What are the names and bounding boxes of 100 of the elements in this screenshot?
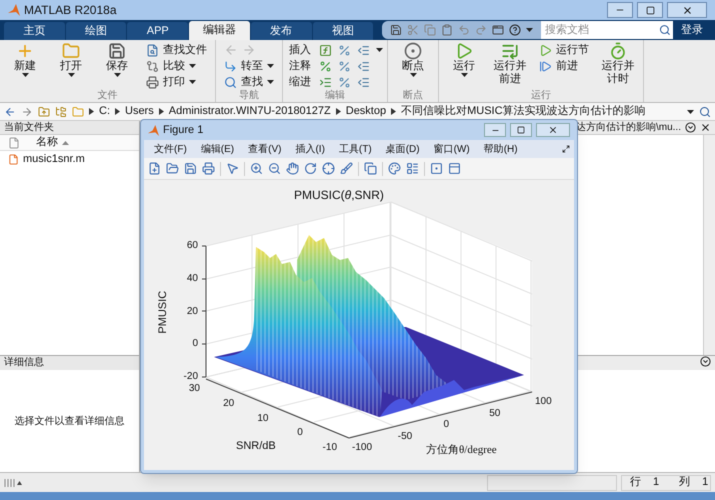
toolstrip-button[interactable]: 注释 (287, 58, 313, 74)
login-button[interactable]: 登录 (672, 22, 711, 38)
legend-icon[interactable] (406, 162, 419, 175)
back-icon[interactable] (4, 106, 16, 118)
insert-icon[interactable] (319, 44, 332, 56)
tick-label: -50 (398, 430, 412, 442)
rotate-icon[interactable] (304, 162, 317, 175)
crosshair-icon[interactable] (322, 162, 335, 175)
toolstrip-button[interactable]: 运行并前进 (489, 40, 531, 86)
toolstrip-button[interactable]: 查找文件 (142, 42, 211, 58)
dock-arrow-icon[interactable] (562, 145, 570, 153)
breakpoint-icon (404, 42, 422, 60)
hand-icon[interactable] (286, 162, 299, 175)
menu-item[interactable]: 桌面(D) (380, 142, 426, 156)
toolstrip-button[interactable]: 运行节 (535, 42, 593, 58)
menu-item[interactable]: 插入(I) (289, 142, 331, 156)
folder-icon[interactable] (166, 162, 179, 175)
ribbon-tab[interactable]: 绘图 (66, 22, 126, 40)
menu-icon[interactable] (700, 356, 711, 367)
save-icon[interactable] (390, 24, 402, 36)
file-icon (8, 154, 19, 164)
compare-icon (146, 60, 159, 72)
colorbar-icon[interactable] (388, 162, 401, 175)
folder-icon (72, 106, 84, 118)
percent-icon[interactable] (319, 60, 332, 72)
path-segment[interactable]: C: (99, 103, 110, 120)
ribbon-tab[interactable]: APP (127, 22, 188, 40)
ribbon-tab[interactable]: 编辑器 (189, 21, 250, 40)
percent-icon[interactable] (338, 44, 351, 56)
search-icon[interactable] (699, 106, 711, 118)
tick-label: 0 (296, 427, 303, 440)
tick-label: 20 (222, 398, 234, 410)
maximize-button[interactable] (637, 2, 663, 18)
outdent-icon[interactable] (357, 60, 370, 72)
column-header[interactable]: 名称 (36, 134, 58, 151)
search-field[interactable]: 搜索文档 (541, 21, 660, 39)
outdent-icon[interactable] (357, 76, 370, 88)
path-segment[interactable]: 不同信噪比对MUSIC算法实现波达方向估计的影响 (401, 103, 646, 120)
close-button[interactable] (667, 2, 707, 18)
indent-icon[interactable] (319, 76, 332, 88)
toolstrip-button[interactable]: 比较 (142, 58, 211, 74)
toolstrip-button[interactable]: 保存 (96, 40, 138, 77)
maximize-button[interactable] (510, 123, 532, 137)
path-segment[interactable]: Administrator.WIN7U-20180127Z (168, 103, 331, 120)
file-icon (8, 136, 20, 148)
menu-item[interactable]: 窗口(W) (428, 142, 476, 156)
menu-item[interactable]: 编辑(E) (194, 142, 240, 156)
paste-icon[interactable] (441, 24, 454, 36)
zoom-in-icon[interactable] (250, 162, 263, 175)
menu-icon[interactable] (685, 122, 696, 133)
percent-icon[interactable] (338, 60, 351, 72)
toolstrip-button[interactable]: 新建 (4, 40, 46, 77)
forward-icon[interactable] (21, 106, 33, 118)
printer-icon[interactable] (202, 162, 215, 175)
menu-item[interactable]: 帮助(H) (478, 142, 524, 156)
close-button[interactable] (536, 123, 570, 137)
status-label: 行 (630, 475, 641, 490)
menu-item[interactable]: 工具(T) (332, 142, 378, 156)
file-icon[interactable] (148, 162, 161, 175)
ribbon-tab[interactable]: 视图 (312, 22, 374, 40)
ribbon-tab[interactable]: 发布 (250, 22, 312, 40)
toolstrip-button[interactable]: 转至 (220, 58, 278, 74)
browse-folder-icon[interactable] (55, 106, 67, 118)
group-label: 编辑 (324, 90, 346, 102)
toolstrip-button[interactable]: 前进 (535, 58, 593, 74)
save-icon[interactable] (184, 162, 197, 175)
toolstrip-button[interactable]: 缩进 (287, 74, 313, 90)
square-icon[interactable] (430, 162, 443, 175)
toolstrip-button[interactable]: 查找 (220, 74, 278, 90)
brush-icon[interactable] (340, 162, 353, 175)
help-icon[interactable] (509, 24, 522, 36)
path-segment[interactable]: Desktop (346, 103, 386, 120)
toolstrip-button[interactable]: 断点 (392, 40, 434, 77)
status-grip-icon[interactable] (4, 478, 24, 488)
ribbon-tab[interactable]: 主页 (4, 22, 65, 40)
panel-title: 当前文件夹 (0, 121, 139, 135)
close-icon[interactable] (700, 122, 711, 133)
zoom-out-icon[interactable] (268, 162, 281, 175)
axis-label: SNR/dB (236, 439, 276, 454)
play-icon (455, 42, 473, 60)
file-name[interactable]: music1snr.m (23, 150, 85, 168)
group-label: 文件 (96, 90, 118, 102)
window-icon[interactable] (492, 24, 504, 36)
menu-item[interactable]: 文件(F) (148, 142, 193, 156)
toolstrip-button[interactable]: 插入 (287, 42, 313, 58)
toolstrip-button[interactable]: 运行并计时 (597, 40, 639, 86)
figure-logo-icon (148, 124, 159, 136)
toolstrip-button[interactable]: 打印 (142, 74, 211, 90)
outdent-icon[interactable] (357, 44, 370, 56)
percent-icon[interactable] (338, 76, 351, 88)
breadcrumb-arrow-icon (89, 108, 94, 115)
toolstrip-button[interactable]: 运行 (443, 40, 485, 77)
pointer-icon[interactable] (226, 162, 239, 175)
folder-up-icon[interactable] (38, 106, 50, 118)
path-segment[interactable]: Users (125, 103, 154, 120)
panel-icon[interactable] (448, 162, 461, 175)
tick-label: 40 (186, 272, 198, 285)
menu-item[interactable]: 查看(V) (242, 142, 288, 156)
search-icon[interactable] (659, 21, 673, 39)
toolstrip-button[interactable]: 打开 (50, 40, 92, 77)
